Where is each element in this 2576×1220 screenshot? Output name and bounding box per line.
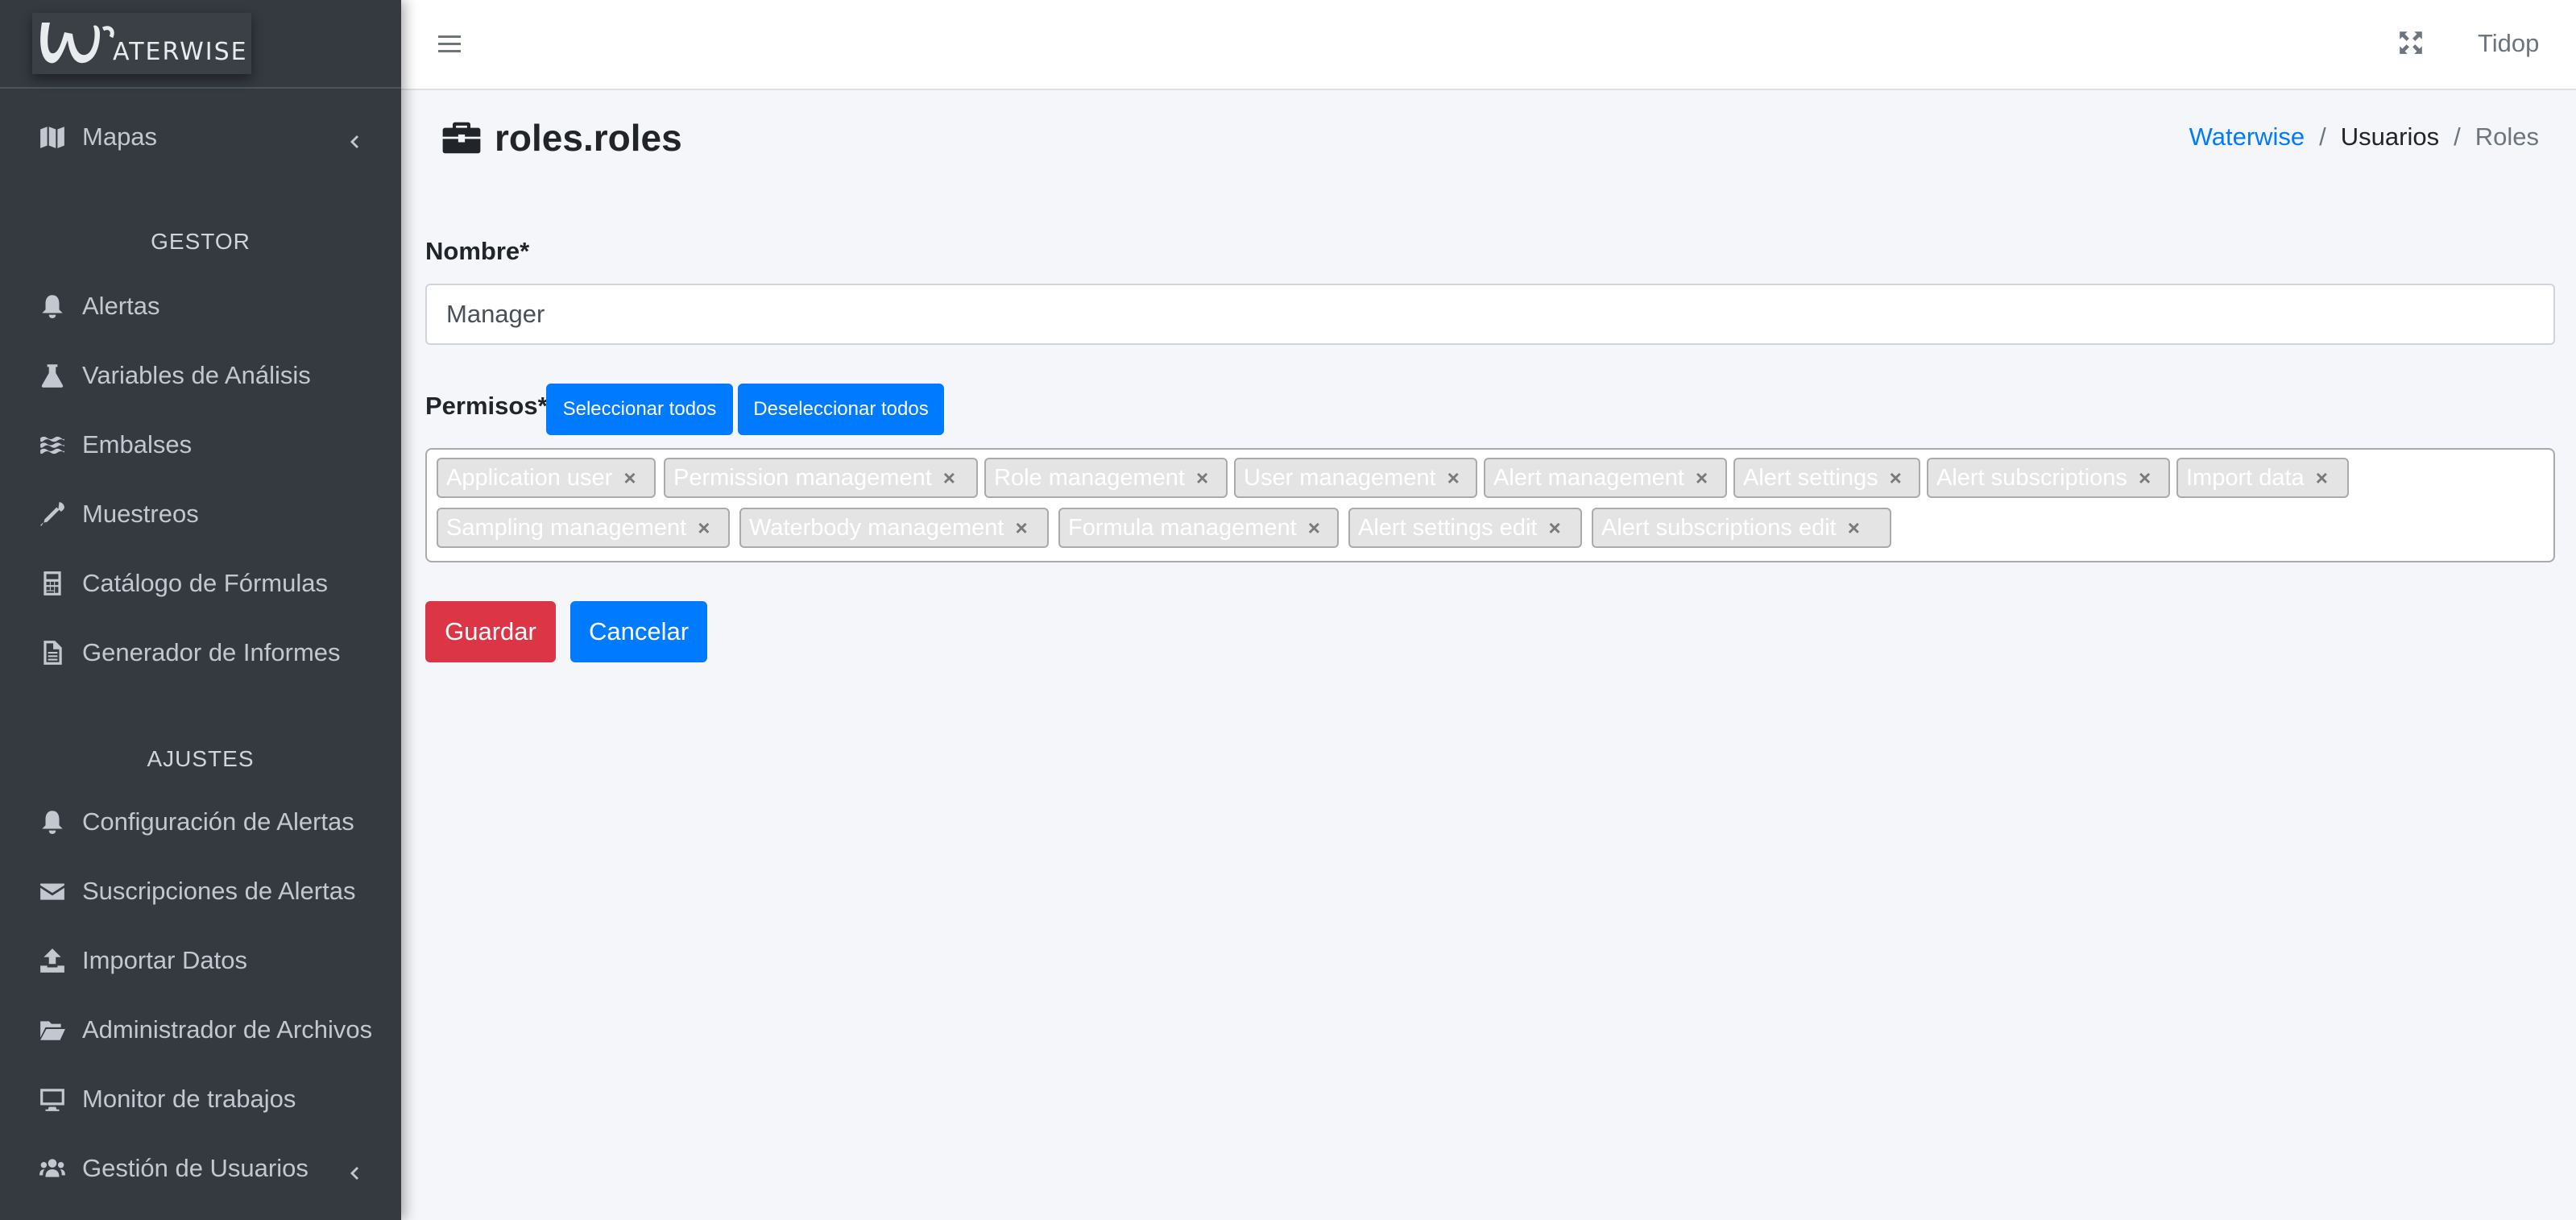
sidebar-item-gestion-usuarios[interactable]: Gestión de Usuarios — [0, 1136, 401, 1201]
folder-open-icon — [37, 1015, 68, 1045]
permission-tag: Waterbody management × — [739, 508, 1049, 548]
permission-tag: Alert settings × — [1733, 458, 1920, 498]
file-alt-icon — [37, 637, 68, 668]
remove-tag-icon[interactable]: × — [943, 466, 955, 491]
select-all-button[interactable]: Seleccionar todos — [546, 384, 733, 435]
deselect-all-button[interactable]: Deseleccionar todos — [738, 384, 944, 435]
permission-tag: Permission management × — [664, 458, 978, 498]
sidebar: ATERWISE Mapas GESTOR Alertas Variables … — [0, 0, 401, 1220]
save-button[interactable]: Guardar — [425, 601, 556, 662]
breadcrumb-separator: / — [2319, 122, 2326, 151]
fullscreen-expand-icon[interactable] — [2397, 29, 2429, 61]
bell-icon — [37, 807, 68, 837]
permission-tag: Sampling management × — [437, 508, 730, 548]
top-navbar: Tidop — [401, 0, 2576, 90]
permission-tag: Import data × — [2176, 458, 2349, 498]
sidebar-item-muestreos[interactable]: Muestreos — [0, 482, 401, 546]
sidebar-item-label: Gestión de Usuarios — [82, 1154, 309, 1182]
bell-icon — [37, 291, 68, 322]
sidebar-item-label: Variables de Análisis — [82, 361, 311, 389]
remove-tag-icon[interactable]: × — [1308, 516, 1320, 541]
breadcrumb-roles: Roles — [2475, 122, 2539, 151]
remove-tag-icon[interactable]: × — [1015, 516, 1027, 541]
permissions-multiselect[interactable]: Application user × Permission management… — [425, 448, 2555, 562]
sidebar-item-label: Alertas — [82, 292, 160, 320]
brand-logo: ATERWISE — [32, 13, 251, 74]
sidebar-item-importar-datos[interactable]: Importar Datos — [0, 928, 401, 993]
hamburger-menu-icon[interactable] — [437, 27, 470, 61]
breadcrumb-usuarios: Usuarios — [2340, 122, 2440, 151]
chevron-left-icon — [345, 128, 362, 148]
content-header: roles.roles Waterwise / Usuarios / Roles — [425, 113, 2555, 164]
map-icon — [37, 122, 68, 152]
briefcase-icon — [442, 122, 481, 154]
sidebar-item-label: Configuración de Alertas — [82, 807, 354, 836]
sidebar-item-label: Muestreos — [82, 500, 199, 528]
sidebar-header-gestor: GESTOR — [151, 229, 251, 254]
sidebar-header-ajustes: AJUSTES — [147, 746, 255, 771]
sidebar-item-generador-informes[interactable]: Generador de Informes — [0, 620, 401, 685]
sidebar-item-label: Mapas — [82, 122, 158, 151]
sidebar-item-label: Catálogo de Fórmulas — [82, 569, 328, 597]
remove-tag-icon[interactable]: × — [1196, 466, 1208, 491]
remove-tag-icon[interactable]: × — [623, 466, 636, 491]
remove-tag-icon[interactable]: × — [2316, 466, 2328, 491]
remove-tag-icon[interactable]: × — [1890, 466, 1902, 491]
sidebar-item-label: Importar Datos — [82, 946, 248, 974]
permission-tag: Role management × — [984, 458, 1228, 498]
brand-link[interactable]: ATERWISE — [0, 0, 401, 89]
sidebar-item-mapas[interactable]: Mapas — [0, 105, 401, 169]
sidebar-item-monitor-trabajos[interactable]: Monitor de trabajos — [0, 1067, 401, 1131]
remove-tag-icon[interactable]: × — [1848, 516, 1860, 541]
breadcrumb-separator: / — [2454, 122, 2461, 151]
permissions-label: Permisos* — [425, 392, 548, 420]
permission-tag: Alert subscriptions × — [1927, 458, 2170, 498]
remove-tag-icon[interactable]: × — [1447, 466, 1460, 491]
desktop-icon — [37, 1084, 68, 1114]
waterwise-logo-icon — [40, 23, 114, 64]
brand-text: ATERWISE — [113, 38, 248, 66]
sidebar-item-variables-analisis[interactable]: Variables de Análisis — [0, 343, 401, 408]
sidebar-item-alertas[interactable]: Alertas — [0, 274, 401, 338]
remove-tag-icon[interactable]: × — [1696, 466, 1708, 491]
sidebar-item-administrador-archivos[interactable]: Administrador de Archivos — [0, 998, 401, 1062]
sidebar-item-label: Suscripciones de Alertas — [82, 877, 356, 905]
page-title: roles.roles — [441, 116, 682, 160]
page-title-text: roles.roles — [495, 117, 682, 159]
remove-tag-icon[interactable]: × — [2139, 466, 2151, 491]
cancel-button[interactable]: Cancelar — [570, 601, 707, 662]
permission-tag: User management × — [1234, 458, 1477, 498]
upload-icon — [37, 945, 68, 976]
sidebar-item-label: Generador de Informes — [82, 638, 341, 666]
users-icon — [37, 1153, 68, 1184]
water-icon — [37, 429, 68, 460]
sidebar-item-label: Administrador de Archivos — [82, 1015, 373, 1044]
permission-tag: Formula management × — [1058, 508, 1339, 548]
chevron-left-icon — [345, 1160, 362, 1180]
calculator-icon — [37, 568, 68, 599]
permission-tag: Application user × — [437, 458, 656, 498]
sidebar-item-suscripciones-alertas[interactable]: Suscripciones de Alertas — [0, 859, 401, 923]
remove-tag-icon[interactable]: × — [1548, 516, 1560, 541]
eyedropper-icon — [37, 499, 68, 529]
remove-tag-icon[interactable]: × — [698, 516, 710, 541]
breadcrumb-waterwise[interactable]: Waterwise — [2189, 122, 2305, 151]
name-input[interactable] — [425, 284, 2555, 345]
sidebar-item-embalses[interactable]: Embalses — [0, 413, 401, 477]
name-label: Nombre* — [425, 237, 530, 265]
permission-tag: Alert settings edit × — [1348, 508, 1582, 548]
sidebar-item-label: Monitor de trabajos — [82, 1085, 296, 1113]
permission-tag: Alert subscriptions edit × — [1592, 508, 1891, 548]
sidebar-item-label: Embalses — [82, 430, 193, 459]
breadcrumb: Waterwise / Usuarios / Roles — [2189, 122, 2539, 151]
sidebar-item-configuracion-alertas[interactable]: Configuración de Alertas — [0, 790, 401, 854]
permission-tag: Alert management × — [1484, 458, 1727, 498]
flask-icon — [37, 360, 68, 391]
sidebar-item-catalogo-formulas[interactable]: Catálogo de Fórmulas — [0, 551, 401, 616]
user-menu[interactable]: Tidop — [2478, 29, 2539, 58]
envelope-icon — [37, 876, 68, 907]
